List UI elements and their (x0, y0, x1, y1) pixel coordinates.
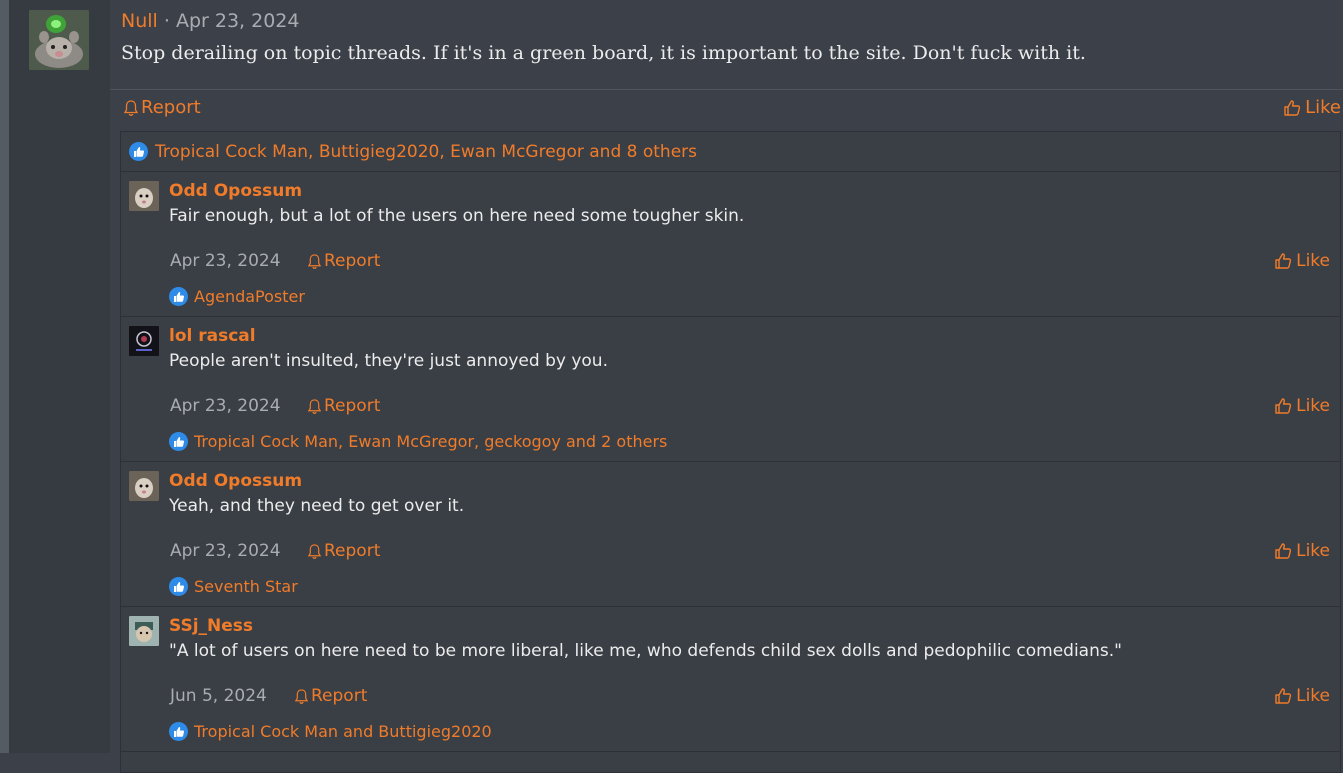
comment-item: lol rascal People aren't insulted, they'… (121, 317, 1340, 462)
thumbs-up-icon (1275, 543, 1292, 559)
left-edge-strip (0, 0, 9, 753)
report-label: Report (311, 686, 368, 706)
like-reaction-icon (169, 577, 188, 596)
commenter-avatar[interactable] (129, 326, 159, 356)
character-avatar-icon (129, 616, 159, 646)
report-label: Report (324, 541, 381, 561)
post-reactions-list[interactable]: Tropical Cock Man, Buttigieg2020, Ewan M… (155, 142, 697, 162)
comment-reactions[interactable]: AgendaPoster (169, 287, 305, 306)
thumbs-up-icon (1284, 99, 1301, 116)
comment-reactions[interactable]: Seventh Star (169, 577, 298, 596)
like-reaction-icon (169, 432, 188, 451)
bell-icon (123, 99, 139, 116)
comment-like-button[interactable]: Like (1274, 686, 1330, 706)
comment-author[interactable]: Odd Opossum (169, 471, 302, 491)
forum-page: Null · Apr 23, 2024 Stop derailing on to… (0, 0, 1343, 773)
bell-icon (294, 688, 309, 704)
commenter-avatar[interactable] (129, 616, 159, 646)
like-label: Like (1305, 97, 1341, 118)
comment-report-button[interactable]: Report (294, 686, 367, 706)
post-header: Null · Apr 23, 2024 (121, 10, 299, 32)
bell-icon (307, 398, 322, 414)
comment-item: SSj_Ness "A lot of users on here need to… (121, 607, 1340, 752)
thumbs-up-icon (1275, 688, 1292, 704)
like-label: Like (1296, 396, 1330, 416)
comment-like-button[interactable]: Like (1274, 251, 1330, 271)
report-label: Report (324, 396, 381, 416)
comment-reactions-list[interactable]: AgendaPoster (194, 287, 305, 306)
comment-report-button[interactable]: Report (307, 251, 380, 271)
comment-date[interactable]: Jun 5, 2024 (170, 686, 267, 706)
like-reaction-icon (169, 722, 188, 741)
post-author-avatar[interactable] (29, 10, 89, 70)
commenter-avatar[interactable] (129, 471, 159, 501)
comment-reactions-list[interactable]: Tropical Cock Man and Buttigieg2020 (194, 722, 492, 741)
comment-author[interactable]: lol rascal (169, 326, 256, 346)
cartoon-animal-avatar-icon (29, 10, 89, 70)
comment-item: Odd Opossum Fair enough, but a lot of th… (121, 172, 1340, 317)
post-author-link[interactable]: Null (121, 10, 158, 32)
comment-text: Yeah, and they need to get over it. (169, 496, 465, 516)
post-report-button[interactable]: Report (123, 97, 201, 118)
comment-report-button[interactable]: Report (307, 396, 380, 416)
dark-logo-avatar-icon (129, 326, 159, 356)
post-user-column (9, 0, 110, 753)
comment-reactions[interactable]: Tropical Cock Man and Buttigieg2020 (169, 722, 492, 741)
comment-reactions[interactable]: Tropical Cock Man, Ewan McGregor, geckog… (169, 432, 667, 451)
thumbs-up-icon (1275, 253, 1292, 269)
comment-author[interactable]: Odd Opossum (169, 181, 302, 201)
header-separator: · (163, 10, 170, 32)
comment-date[interactable]: Apr 23, 2024 (170, 251, 281, 271)
post-like-button[interactable]: Like (1283, 97, 1341, 118)
post-body-text: Stop derailing on topic threads. If it's… (121, 42, 1086, 64)
commenter-avatar[interactable] (129, 181, 159, 211)
post-main: Null · Apr 23, 2024 Stop derailing on to… (110, 0, 1343, 773)
comment-author[interactable]: SSj_Ness (169, 616, 253, 636)
comment-date[interactable]: Apr 23, 2024 (170, 541, 281, 561)
opossum-avatar-icon (129, 471, 159, 501)
like-reaction-icon (129, 142, 148, 161)
post-reactions-bar[interactable]: Tropical Cock Man, Buttigieg2020, Ewan M… (121, 132, 1340, 172)
opossum-avatar-icon (129, 181, 159, 211)
bell-icon (307, 543, 322, 559)
comment-text: "A lot of users on here need to be more … (169, 641, 1122, 661)
comment-like-button[interactable]: Like (1274, 396, 1330, 416)
comment-date[interactable]: Apr 23, 2024 (170, 396, 281, 416)
like-label: Like (1296, 251, 1330, 271)
thumbs-up-icon (1275, 398, 1292, 414)
like-label: Like (1296, 686, 1330, 706)
report-label: Report (324, 251, 381, 271)
report-label: Report (141, 97, 201, 118)
like-reaction-icon (169, 287, 188, 306)
comments-container: Tropical Cock Man, Buttigieg2020, Ewan M… (120, 131, 1341, 773)
comment-reactions-list[interactable]: Seventh Star (194, 577, 298, 596)
comment-like-button[interactable]: Like (1274, 541, 1330, 561)
post-date[interactable]: Apr 23, 2024 (176, 10, 300, 32)
comment-report-button[interactable]: Report (307, 541, 380, 561)
comment-text: Fair enough, but a lot of the users on h… (169, 206, 745, 226)
comment-reactions-list[interactable]: Tropical Cock Man, Ewan McGregor, geckog… (194, 432, 667, 451)
like-label: Like (1296, 541, 1330, 561)
comment-item: Odd Opossum Yeah, and they need to get o… (121, 462, 1340, 607)
post-divider (110, 89, 1343, 90)
comment-text: People aren't insulted, they're just ann… (169, 351, 608, 371)
bell-icon (307, 253, 322, 269)
